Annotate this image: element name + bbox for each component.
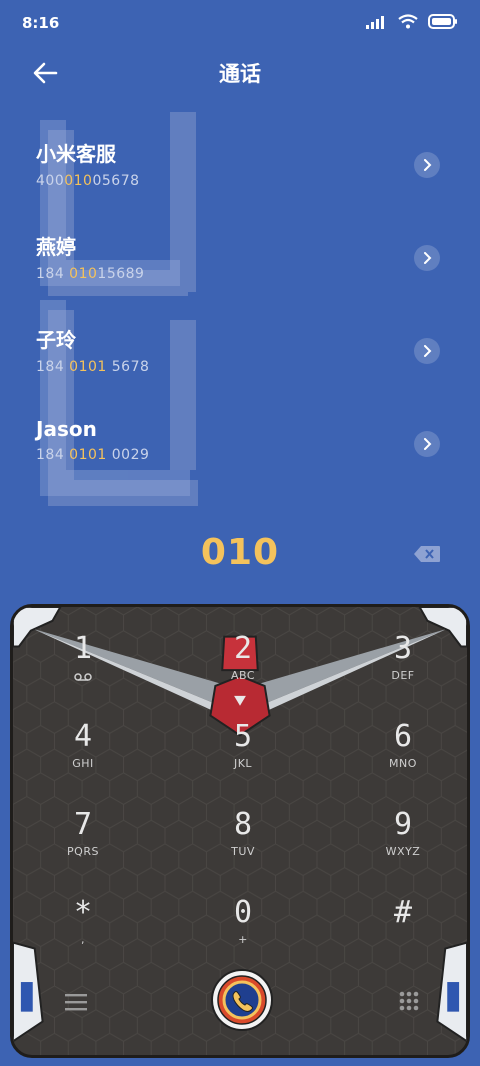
key-6[interactable]: 6 MNO [343, 719, 463, 789]
key-7[interactable]: 7 PQRS [23, 807, 143, 877]
signal-icon [366, 15, 384, 29]
wifi-icon [398, 14, 418, 29]
status-time: 8:16 [22, 14, 60, 32]
contact-item[interactable]: 燕婷 184 01015689 [36, 231, 456, 303]
contact-item[interactable]: 小米客服 40001005678 [36, 138, 456, 210]
contact-item[interactable]: Jason 184 0101 0029 [36, 417, 456, 489]
key-4[interactable]: 4 GHI [23, 719, 143, 789]
page-title: 通话 [219, 62, 261, 86]
phone-icon [211, 969, 273, 1031]
status-icons [366, 14, 458, 29]
contact-number: 184 0101 5678 [36, 359, 150, 375]
voicemail-icon [74, 673, 92, 681]
chevron-right-icon[interactable] [414, 431, 440, 457]
dialpad: 1 2 ABC 3 DEF 4 GHI 5 JKL 6 MNO 7 PQRS 8… [10, 604, 470, 1058]
contact-number: 184 01015689 [36, 266, 145, 282]
contact-name: 子玲 [36, 328, 76, 352]
header: 通话 [0, 50, 480, 96]
key-9[interactable]: 9 WXYZ [343, 807, 463, 877]
key-1[interactable]: 1 [23, 631, 143, 701]
key-star[interactable]: * , [23, 895, 143, 965]
contact-item[interactable]: 子玲 184 0101 5678 [36, 324, 456, 396]
dialpad-icon[interactable] [399, 991, 419, 1011]
chevron-right-icon[interactable] [414, 245, 440, 271]
key-5[interactable]: 5 JKL [183, 719, 303, 789]
contact-number: 184 0101 0029 [36, 447, 150, 463]
battery-icon [428, 14, 457, 29]
key-8[interactable]: 8 TUV [183, 807, 303, 877]
status-bar: 8:16 [0, 0, 480, 48]
key-2[interactable]: 2 ABC [183, 631, 303, 701]
dial-input-display: 010 [200, 532, 280, 573]
contact-number: 40001005678 [36, 173, 140, 189]
call-button[interactable] [211, 969, 273, 1031]
contact-name: 燕婷 [36, 235, 76, 259]
chevron-right-icon[interactable] [414, 338, 440, 364]
key-0[interactable]: 0 + [183, 895, 303, 965]
key-3[interactable]: 3 DEF [343, 631, 463, 701]
key-hash[interactable]: # [343, 895, 463, 965]
chevron-right-icon[interactable] [414, 152, 440, 178]
menu-icon[interactable] [65, 993, 87, 1011]
contact-name: Jason [36, 417, 97, 441]
backspace-icon[interactable] [414, 546, 440, 562]
contact-name: 小米客服 [36, 142, 116, 166]
